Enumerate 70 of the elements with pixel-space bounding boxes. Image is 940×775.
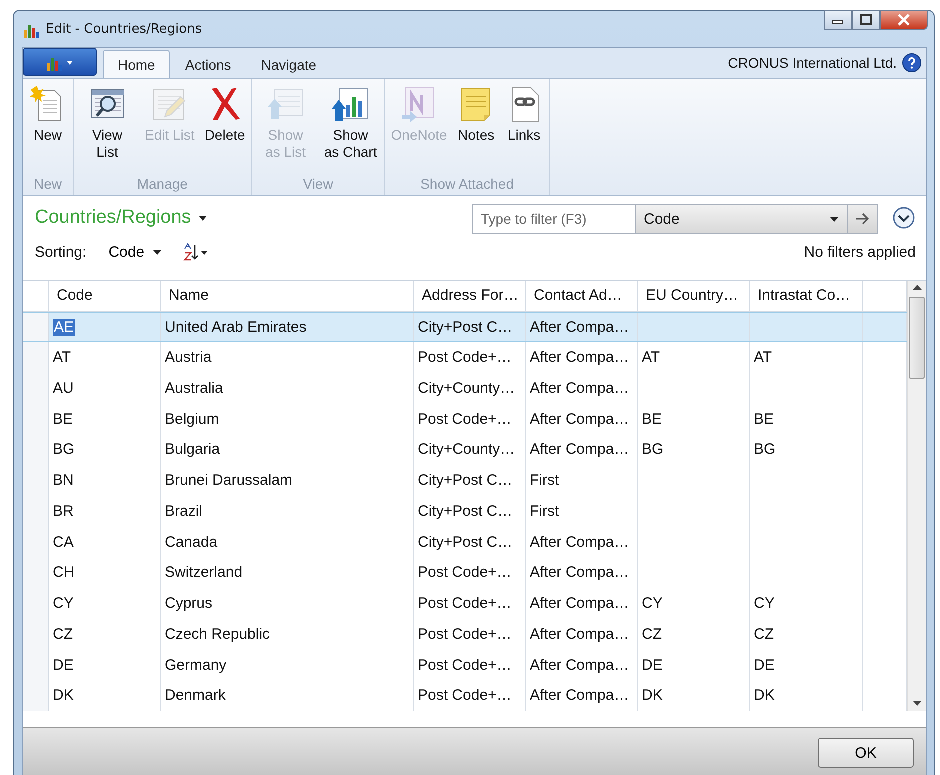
column-header[interactable]: Intrastat Co…	[750, 281, 863, 311]
table-row[interactable]: CH Switzerland Post Code+… After Compa…	[23, 557, 907, 588]
window-title: Edit - Countries/Regions	[46, 22, 202, 36]
table-cell: DK	[49, 680, 161, 711]
chevron-down-icon	[892, 206, 916, 230]
close-icon	[897, 14, 911, 26]
ribbon-tab[interactable]: Actions	[170, 50, 246, 78]
group-label: New	[32, 176, 63, 194]
column-header[interactable]: Code	[49, 281, 161, 311]
ok-button[interactable]: OK	[818, 738, 914, 768]
column-header[interactable]: EU Country…	[638, 281, 750, 311]
ribbon-button[interactable]: Notes	[453, 85, 500, 176]
group-label: Manage	[136, 176, 189, 194]
minimize-button[interactable]	[824, 10, 852, 30]
table-row[interactable]: DE Germany Post Code+… After Compa… DE DE	[23, 650, 907, 680]
group-label: View	[302, 176, 334, 194]
maximize-icon	[859, 14, 873, 26]
ribbon-button[interactable]: Links	[501, 85, 548, 176]
table-cell: Denmark	[161, 680, 414, 711]
caret-icon	[152, 250, 162, 254]
filter-field[interactable]: Type to filter (F3)	[472, 204, 636, 234]
ribbon-tab[interactable]: Navigate	[246, 50, 332, 78]
scrollbar[interactable]	[907, 281, 926, 711]
table-row[interactable]: CZ Czech Republic Post Code+… After Compa… CZ CZ	[23, 618, 907, 650]
ribbon-button[interactable]: Show as Chart	[319, 85, 382, 176]
filter-status: No filters applied	[804, 244, 916, 260]
table-row[interactable]: BR Brazil City+Post C… First	[23, 496, 907, 527]
application-menu-button[interactable]	[23, 48, 97, 76]
caret-icon	[199, 216, 208, 220]
table-cell: After Compa…	[526, 680, 638, 711]
scroll-up-icon[interactable]	[912, 285, 922, 291]
scroll-down-icon[interactable]	[912, 701, 922, 707]
caret-icon	[830, 216, 839, 222]
sorting-label: Sorting:	[35, 244, 87, 260]
table-cell: United Arab Emirates	[161, 312, 414, 342]
table-cell: DK	[638, 680, 750, 711]
close-button[interactable]	[880, 10, 928, 30]
column-header[interactable]: Contact Ad…	[526, 281, 638, 311]
table-row[interactable]: AE United Arab Emirates City+Post C… After Compa…	[23, 312, 907, 342]
table-row[interactable]: AU Australia City+County… After Compa…	[23, 373, 907, 404]
ribbon-tab[interactable]: Home	[103, 50, 170, 78]
sort-icon	[182, 243, 210, 261]
table-cell: Post Code+…	[414, 680, 526, 711]
sort-field-dropdown[interactable]: Code	[108, 244, 162, 260]
company-name: CRONUS International Ltd.	[728, 55, 897, 71]
help-icon[interactable]	[902, 53, 922, 73]
table-row[interactable]: DK Denmark Post Code+… After Compa… DK DK	[23, 680, 907, 711]
column-header[interactable]: Address For…	[414, 281, 526, 311]
table-cell[interactable]: AE	[53, 318, 76, 336]
table-row[interactable]: BE Belgium Post Code+… After Compa… BE BE	[23, 404, 907, 435]
table-row[interactable]: AT Austria Post Code+… After Compa… AT AT	[23, 342, 907, 374]
sort-order-button[interactable]	[182, 243, 210, 261]
table-cell: DK	[750, 680, 863, 711]
table-row[interactable]: CY Cyprus Post Code+… After Compa… CY CY	[23, 588, 907, 619]
apply-filter-button[interactable]	[848, 204, 878, 234]
table-cell: City+Post C…	[414, 312, 526, 342]
table-row[interactable]: CA Canada City+Post C… After Compa…	[23, 526, 907, 558]
table-cell: After Compa…	[526, 312, 638, 342]
maximize-button[interactable]	[852, 10, 880, 30]
ribbon-button[interactable]: New	[25, 85, 71, 176]
table-row[interactable]: BG Bulgaria City+County… After Compa… BG BG	[23, 434, 907, 466]
filter-field-dropdown[interactable]: Code	[636, 204, 848, 234]
arrow-right-icon	[854, 213, 870, 225]
column-header[interactable]: Name	[161, 281, 414, 311]
scroll-thumb[interactable]	[909, 297, 925, 379]
ribbon-button[interactable]: Delete	[200, 85, 250, 176]
table-row[interactable]: BN Brunei Darussalam City+Post C… First	[23, 465, 907, 496]
group-label: Show Attached	[420, 176, 515, 194]
ribbon-button[interactable]: View List	[76, 85, 139, 176]
expand-button[interactable]	[892, 206, 916, 230]
